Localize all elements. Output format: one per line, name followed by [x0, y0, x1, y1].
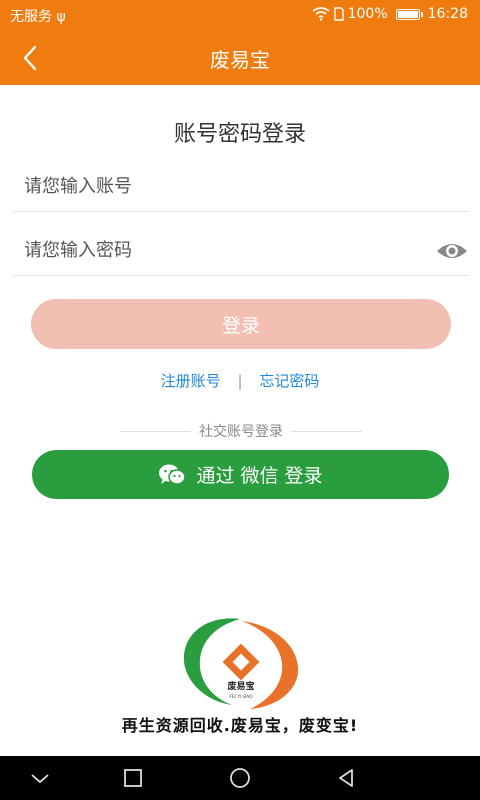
password-field [12, 230, 469, 276]
social-login-divider: 社交账号登录 [120, 421, 362, 441]
battery-percent: 100% [347, 6, 388, 22]
social-login-label: 社交账号登录 [199, 424, 283, 440]
link-separator: | [237, 372, 243, 390]
divider-line-left [120, 430, 191, 432]
system-nav-bar [0, 756, 480, 800]
battery-fill [397, 10, 418, 18]
chevron-down-icon [31, 774, 49, 784]
account-input[interactable] [12, 166, 412, 206]
status-right: 100% 16:28 [312, 6, 468, 22]
nav-back-button[interactable] [334, 766, 358, 790]
login-button[interactable]: 登录 [31, 299, 451, 349]
battery-icon [395, 8, 423, 20]
account-field [12, 166, 469, 212]
triangle-back-icon [339, 769, 353, 787]
carrier-text: 无服务 [10, 9, 52, 25]
nav-bar: 废易宝 [0, 30, 480, 85]
brand-logo: 废易宝 FEI YI BAO [180, 613, 302, 713]
nav-recent-button[interactable] [121, 766, 145, 790]
nav-home-button[interactable] [228, 766, 252, 790]
usb-icon: ψ [56, 9, 66, 25]
toggle-password-visibility[interactable] [435, 240, 469, 262]
login-title: 账号密码登录 [173, 122, 306, 147]
divider-line-right [291, 430, 362, 432]
password-input[interactable] [12, 230, 412, 270]
square-recent-icon [124, 769, 142, 787]
register-link[interactable]: 注册账号 [161, 372, 221, 390]
wechat-login-button[interactable]: 通过 微信 登录 [32, 450, 449, 499]
wechat-login-label: 通过 微信 登录 [196, 465, 323, 487]
sim-icon [333, 7, 344, 21]
logo-pinyin-text: FEI YI BAO [229, 694, 253, 700]
status-bar: 无服务 ψ 100% 16:28 [0, 0, 480, 30]
nav-collapse-button[interactable] [28, 766, 52, 790]
status-left: 无服务 ψ [10, 6, 66, 26]
auth-links: 注册账号 | 忘记密码 [0, 370, 480, 391]
logo-brand-text: 废易宝 [227, 680, 254, 692]
circle-home-icon [230, 768, 250, 788]
slogan: 再生资源回收.废易宝，废变宝! [121, 716, 359, 735]
eye-icon [437, 244, 467, 258]
page-title: 废易宝 [210, 48, 270, 72]
app-header-background: 无服务 ψ 100% 16:28 废易宝 [0, 0, 480, 85]
wechat-icon [159, 464, 187, 485]
forgot-password-link[interactable]: 忘记密码 [259, 372, 319, 390]
wifi-icon [312, 7, 330, 21]
clock: 16:28 [427, 6, 468, 22]
